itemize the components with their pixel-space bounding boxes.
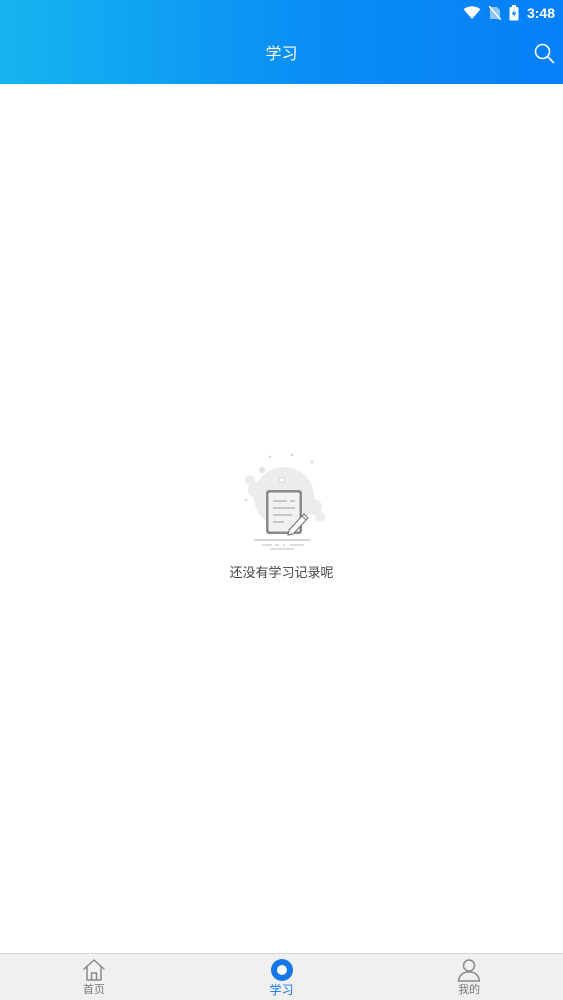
status-bar: 3:48: [0, 0, 563, 26]
tab-profile[interactable]: 我的: [375, 954, 563, 1000]
no-sim-icon: [488, 6, 501, 20]
study-screen: 3:48 学习 还没有学习记录呢 首页 学习 我的: [0, 0, 563, 1000]
tab-study[interactable]: 学习: [188, 954, 376, 1000]
status-time: 3:48: [526, 5, 555, 21]
status-icons: 3:48: [463, 3, 555, 23]
user-icon: [457, 959, 481, 982]
empty-state: 还没有学习记录呢: [0, 452, 563, 584]
empty-state-message: 还没有学习记录呢: [229, 566, 334, 581]
tab-study-label: 学习: [269, 983, 294, 997]
wifi-icon: [463, 6, 481, 19]
tab-home[interactable]: 首页: [0, 954, 188, 1000]
study-circle-icon: [270, 959, 293, 981]
search-icon[interactable]: [533, 42, 555, 64]
empty-notebook-illustration: [244, 453, 325, 550]
battery-charging-icon: [509, 5, 519, 21]
bottom-tab-bar: 首页 学习 我的: [0, 953, 563, 1000]
app-header: 3:48 学习: [0, 0, 563, 84]
tab-profile-label: 我的: [458, 983, 481, 996]
page-title: 学习: [265, 44, 298, 63]
home-icon: [83, 959, 105, 981]
tab-home-label: 首页: [82, 983, 105, 996]
